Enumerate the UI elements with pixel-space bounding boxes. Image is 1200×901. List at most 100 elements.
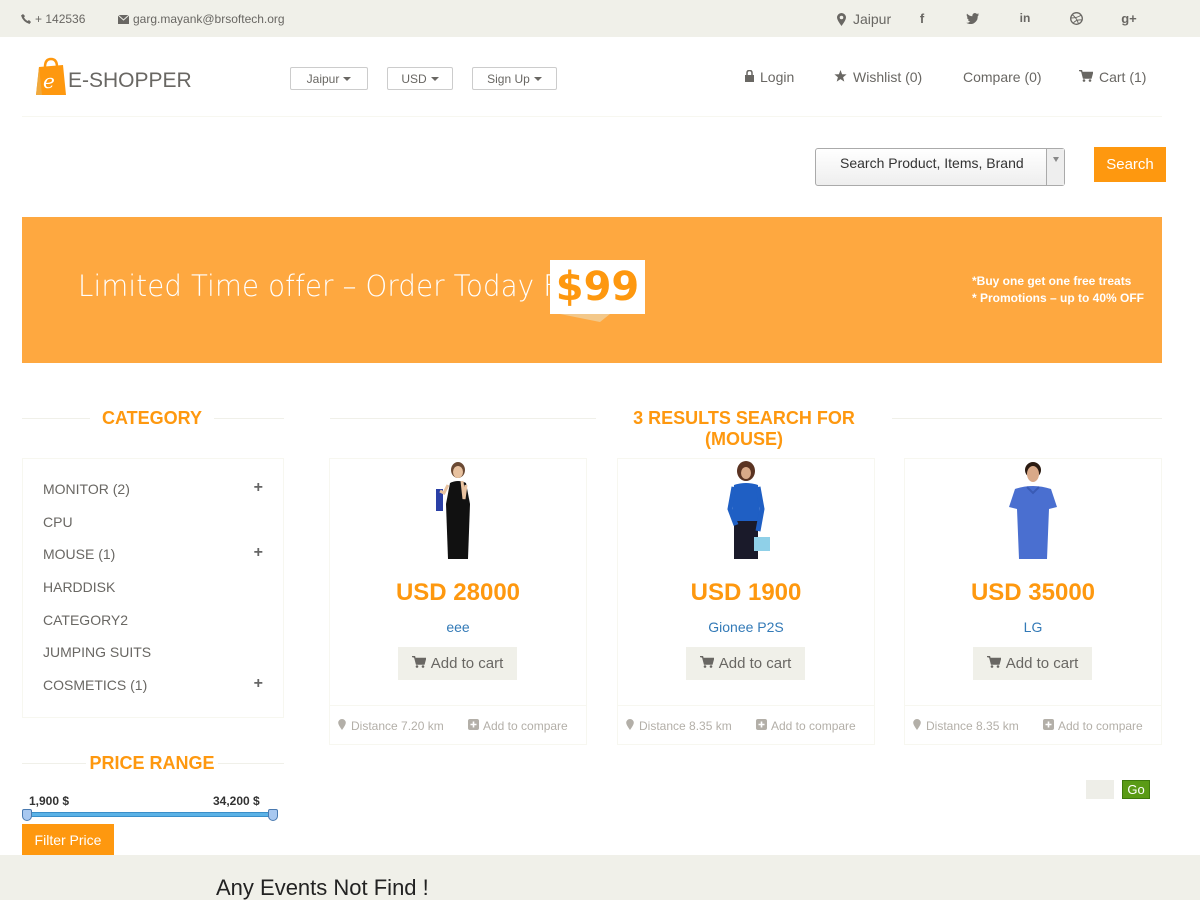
category-label: HARDDISK <box>43 579 116 595</box>
footer: Any Events Not Find ! <box>0 855 1200 900</box>
product-price: USD 1900 <box>690 579 802 606</box>
product-price: USD 28000 <box>395 579 521 606</box>
dribbble-icon[interactable] <box>1068 10 1084 26</box>
distance-label: Distance 7.20 km <box>351 719 444 733</box>
promo-line-1: *Buy one get one free treats <box>971 274 1132 288</box>
location[interactable]: Jaipur <box>837 11 891 27</box>
wishlist-label: Wishlist (0) <box>853 69 923 85</box>
currency-dropdown[interactable]: USD <box>387 67 453 90</box>
plus-square-icon <box>756 719 767 733</box>
price-tag-shadow <box>560 314 610 322</box>
search-select[interactable]: Search Product, Items, Brand <box>815 148 1065 186</box>
login-label: Login <box>760 69 795 85</box>
plus-icon[interactable]: + <box>254 480 263 497</box>
star-icon <box>834 69 847 85</box>
category-item-monitor[interactable]: MONITOR (2) + <box>43 480 263 498</box>
category-list: MONITOR (2) + CPU MOUSE (1) + HARDDISK CAT… <box>22 458 284 718</box>
search-button[interactable]: Search <box>1094 147 1166 182</box>
product-footer: Distance 7.20 km Add to compare <box>330 705 586 745</box>
linkedin-icon[interactable]: in <box>1017 10 1033 26</box>
add-to-compare-label: Add to compare <box>771 719 856 733</box>
top-bar: + 142536 garg.mayank@brsoftech.org Jaipu… <box>0 0 1200 37</box>
results-title: 3 RESULTS SEARCH FOR (MOUSE) <box>596 408 892 450</box>
shopping-bag-logo-icon: e <box>36 57 66 95</box>
add-to-cart-label: Add to cart <box>1005 655 1079 672</box>
product-name-link[interactable]: Gionee P2S <box>618 619 874 635</box>
plus-icon[interactable]: + <box>254 676 263 693</box>
product-image[interactable] <box>696 459 796 559</box>
distance-label: Distance 8.35 km <box>926 719 1019 733</box>
header: e E-SHOPPER Jaipur USD Sign Up Login Wis… <box>22 37 1162 117</box>
promo-line-2: * Promotions – up to 40% OFF <box>971 291 1144 305</box>
product-card: USD 28000 eee Add to cart Distance 7.20 … <box>329 458 587 745</box>
phone-number: + 142536 <box>35 12 86 26</box>
category-item-cpu[interactable]: CPU <box>43 514 263 530</box>
location-label: Jaipur <box>853 11 892 27</box>
slider-min-handle[interactable] <box>22 809 32 821</box>
category-label: MONITOR (2) <box>43 481 130 497</box>
go-button[interactable]: Go <box>1122 780 1150 799</box>
wishlist-link[interactable]: Wishlist (0) <box>834 69 922 85</box>
twitter-icon[interactable] <box>964 10 980 26</box>
add-to-cart-button[interactable]: Add to cart <box>398 647 517 680</box>
product-image[interactable] <box>408 459 508 559</box>
search-select-label: Search Product, Items, Brand <box>840 154 1024 171</box>
logo[interactable]: e E-SHOPPER <box>36 57 192 95</box>
banner-price: $99 <box>550 260 645 314</box>
add-to-compare-label: Add to compare <box>483 719 568 733</box>
product-price: USD 35000 <box>970 579 1096 606</box>
add-to-compare-link[interactable]: Add to compare <box>468 719 568 733</box>
signup-dropdown[interactable]: Sign Up <box>472 67 557 90</box>
promo-banner[interactable]: Limited Time offer – Order Today For $99… <box>22 217 1162 363</box>
login-link[interactable]: Login <box>745 69 794 85</box>
category-item-jumping-suits[interactable]: JUMPING SUITS <box>43 644 263 660</box>
category-item-harddisk[interactable]: HARDDISK <box>43 579 263 595</box>
filter-price-button[interactable]: Filter Price <box>22 824 114 855</box>
product-name-link[interactable]: LG <box>905 619 1161 635</box>
product-card: USD 35000 LG Add to cart Distance 8.35 k… <box>904 458 1162 745</box>
category-item-mouse[interactable]: MOUSE (1) + <box>43 545 263 563</box>
distance-label: Distance 8.35 km <box>639 719 732 733</box>
category-label: JUMPING SUITS <box>43 644 152 660</box>
phone-contact: + 142536 <box>21 12 85 26</box>
price-range-slider[interactable] <box>27 812 273 817</box>
add-to-compare-link[interactable]: Add to compare <box>1043 719 1143 733</box>
google-plus-icon[interactable]: g+ <box>1121 10 1137 26</box>
product-card: USD 1900 Gionee P2S Add to cart Distance… <box>617 458 875 745</box>
location-dropdown-label: Jaipur <box>306 71 340 86</box>
add-to-compare-link[interactable]: Add to compare <box>756 719 856 733</box>
add-to-cart-button[interactable]: Add to cart <box>973 647 1092 680</box>
map-marker-icon <box>338 719 346 733</box>
logo-letter: e <box>43 69 55 93</box>
plus-square-icon <box>1043 719 1054 733</box>
compare-label: Compare (0) <box>963 69 1042 85</box>
category-item-cosmetics[interactable]: COSMETICS (1) + <box>43 676 263 694</box>
page-number-input[interactable] <box>1086 780 1114 799</box>
compare-link[interactable]: Compare (0) <box>963 69 1042 85</box>
slider-max-handle[interactable] <box>268 809 278 821</box>
facebook-icon[interactable]: f <box>914 10 930 26</box>
category-item-category2[interactable]: CATEGORY2 <box>43 612 263 628</box>
location-dropdown[interactable]: Jaipur <box>290 67 368 90</box>
plus-icon[interactable]: + <box>254 545 263 562</box>
product-name-link[interactable]: eee <box>330 619 586 635</box>
shopping-cart-icon <box>699 655 715 672</box>
signup-dropdown-label: Sign Up <box>487 71 530 86</box>
plus-square-icon <box>468 719 479 733</box>
cart-link[interactable]: Cart (1) <box>1079 69 1146 85</box>
product-footer: Distance 8.35 km Add to compare <box>618 705 874 745</box>
add-to-cart-button[interactable]: Add to cart <box>686 647 805 680</box>
distance: Distance 7.20 km <box>338 719 444 733</box>
add-to-cart-label: Add to cart <box>430 655 504 672</box>
map-marker-icon <box>837 12 846 26</box>
distance: Distance 8.35 km <box>626 719 732 733</box>
category-label: COSMETICS (1) <box>43 677 148 693</box>
distance: Distance 8.35 km <box>913 719 1019 733</box>
email-address[interactable]: garg.mayank@brsoftech.org <box>133 12 285 26</box>
caret-down-icon <box>343 76 352 81</box>
dropdown-arrow-icon[interactable] <box>1046 149 1064 185</box>
email-contact[interactable]: garg.mayank@brsoftech.org <box>118 12 285 26</box>
product-image[interactable] <box>983 459 1083 559</box>
shopping-cart-icon <box>411 655 427 672</box>
add-to-cart-label: Add to cart <box>718 655 792 672</box>
